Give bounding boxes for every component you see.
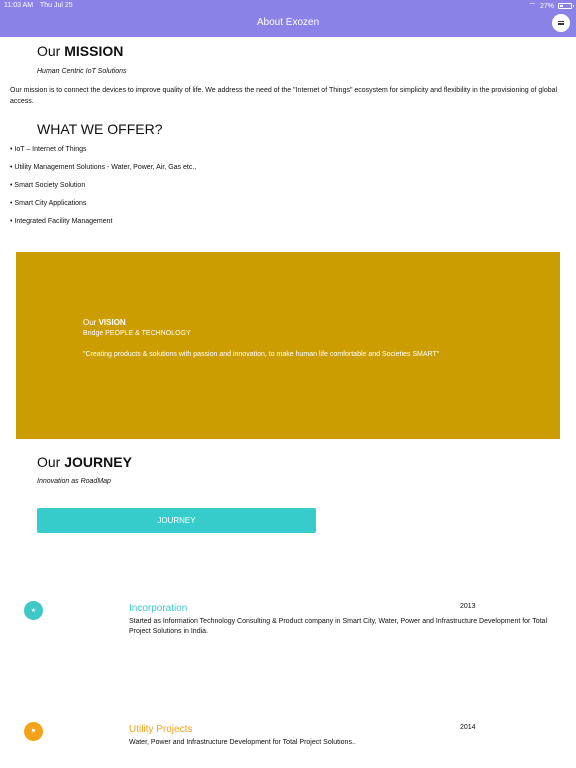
offer-item: • Integrated Facility Management <box>10 218 113 225</box>
mission-body: Our mission is to connect the devices to… <box>10 87 558 105</box>
journey-button[interactable]: JOURNEY <box>37 508 316 533</box>
journey-heading-bold: JOURNEY <box>64 454 132 470</box>
timeline-title: Utility Projects <box>129 724 193 735</box>
page-title: About Exozen <box>256 17 320 28</box>
vision-heading: Our VISION <box>83 318 126 327</box>
vision-heading-bold: VISION <box>98 318 126 327</box>
journey-heading-prefix: Our <box>37 454 61 470</box>
mission-heading-prefix: Our <box>37 43 61 59</box>
timeline-year: 2013 <box>460 603 476 610</box>
timeline-title: Incorporation <box>129 603 188 614</box>
mission-heading: Our MISSION <box>37 43 123 59</box>
offer-item: • IoT – Internet of Things <box>10 146 87 153</box>
journey-subtitle: Innovation as RoadMap <box>37 478 111 485</box>
offer-item: • Smart Society Solution <box>10 182 86 189</box>
vision-subtitle: Bridge PEOPLE & TECHNOLOGY <box>83 330 191 337</box>
offer-heading: WHAT WE OFFER? <box>37 121 163 137</box>
app-header: 11:03 AM Thu Jul 25 ⌔ 27% About Exozen <box>0 0 576 37</box>
battery-percent: 27% <box>539 2 554 10</box>
status-date: Thu Jul 25 <box>40 2 73 9</box>
timeline-description: Water, Power and Infrastructure Developm… <box>129 739 356 746</box>
flag-icon: ⚑ <box>24 722 43 741</box>
vision-heading-prefix: Our <box>83 318 97 327</box>
mission-subtitle: Human Centric IoT Solutions <box>37 68 127 75</box>
timeline-description: Started as Information Technology Consul… <box>129 618 547 635</box>
status-bar: 11:03 AM Thu Jul 25 ⌔ 27% <box>4 1 574 12</box>
battery-icon <box>558 3 574 9</box>
hamburger-icon <box>558 21 564 25</box>
mission-heading-bold: MISSION <box>64 43 124 59</box>
timeline-year: 2014 <box>460 724 476 731</box>
offer-item: • Smart City Applications <box>10 200 87 207</box>
offer-item: • Utility Management Solutions - Water, … <box>10 164 197 171</box>
vision-banner: Our VISION Bridge PEOPLE & TECHNOLOGY "C… <box>16 252 560 439</box>
status-time: 11:03 AM <box>4 2 34 9</box>
star-icon: ★ <box>24 601 43 620</box>
vision-quote: "Creating products & solutions with pass… <box>83 351 440 358</box>
journey-heading: Our JOURNEY <box>37 454 132 470</box>
wifi-icon: ⌔ <box>528 1 536 10</box>
menu-button[interactable] <box>552 14 570 32</box>
